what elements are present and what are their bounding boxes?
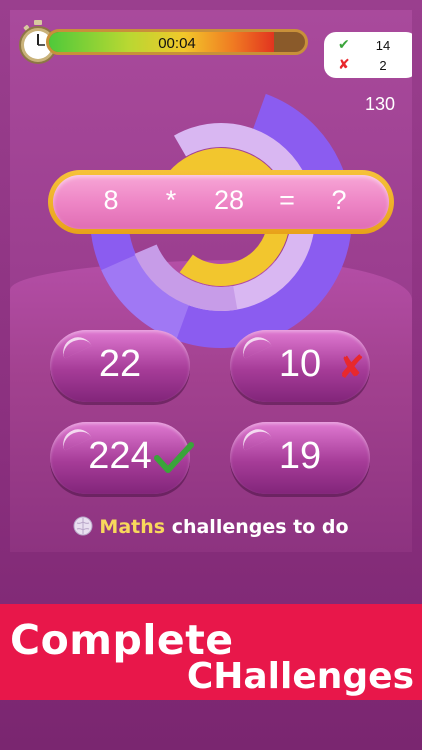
check-icon: ✔ bbox=[338, 37, 350, 53]
question-unknown: ? bbox=[331, 185, 347, 215]
maths-highlight: Maths bbox=[99, 516, 166, 538]
answer-button-4[interactable]: 19 bbox=[230, 422, 370, 494]
timer-label: 00:04 bbox=[158, 35, 196, 52]
timer-bar: 00:04 bbox=[46, 29, 308, 55]
challenges-text: challenges to do bbox=[165, 516, 349, 538]
question-right-operand: 28 bbox=[213, 185, 245, 215]
correct-count-row: ✔ 14 bbox=[324, 36, 412, 56]
answer-value: 19 bbox=[278, 435, 322, 477]
wrong-count: 2 bbox=[379, 58, 387, 73]
answer-button-2[interactable]: 10 ✘ bbox=[230, 330, 370, 402]
question-display: 8 * 28 = ? bbox=[53, 175, 389, 229]
banner-line-2: CHallenges bbox=[186, 656, 414, 697]
challenges-caption: Maths challenges to do bbox=[10, 516, 412, 538]
question-equals: = bbox=[279, 185, 295, 215]
points-score: 130 bbox=[364, 94, 396, 114]
correct-mark-icon bbox=[154, 442, 194, 473]
answer-value: 22 bbox=[98, 343, 142, 385]
game-panel: 00:04 ✔ 14 ✘ 2 130 8 * 28 = ? 22 10 ✘ 22… bbox=[10, 10, 412, 552]
answer-button-3[interactable]: 224 bbox=[50, 422, 194, 494]
question-bar: 8 * 28 = ? bbox=[48, 170, 394, 234]
promo-banner: Complete CHallenges bbox=[0, 604, 422, 700]
question-left-operand: 8 bbox=[103, 185, 119, 215]
wrong-mark-icon: ✘ bbox=[338, 348, 365, 386]
answer-button-1[interactable]: 22 bbox=[50, 330, 190, 402]
question-operator: * bbox=[165, 185, 177, 215]
wrong-count-row: ✘ 2 bbox=[324, 56, 412, 76]
brain-icon bbox=[73, 516, 93, 536]
correct-count: 14 bbox=[375, 38, 391, 53]
cross-icon: ✘ bbox=[338, 57, 350, 73]
score-box: ✔ 14 ✘ 2 bbox=[324, 32, 412, 78]
